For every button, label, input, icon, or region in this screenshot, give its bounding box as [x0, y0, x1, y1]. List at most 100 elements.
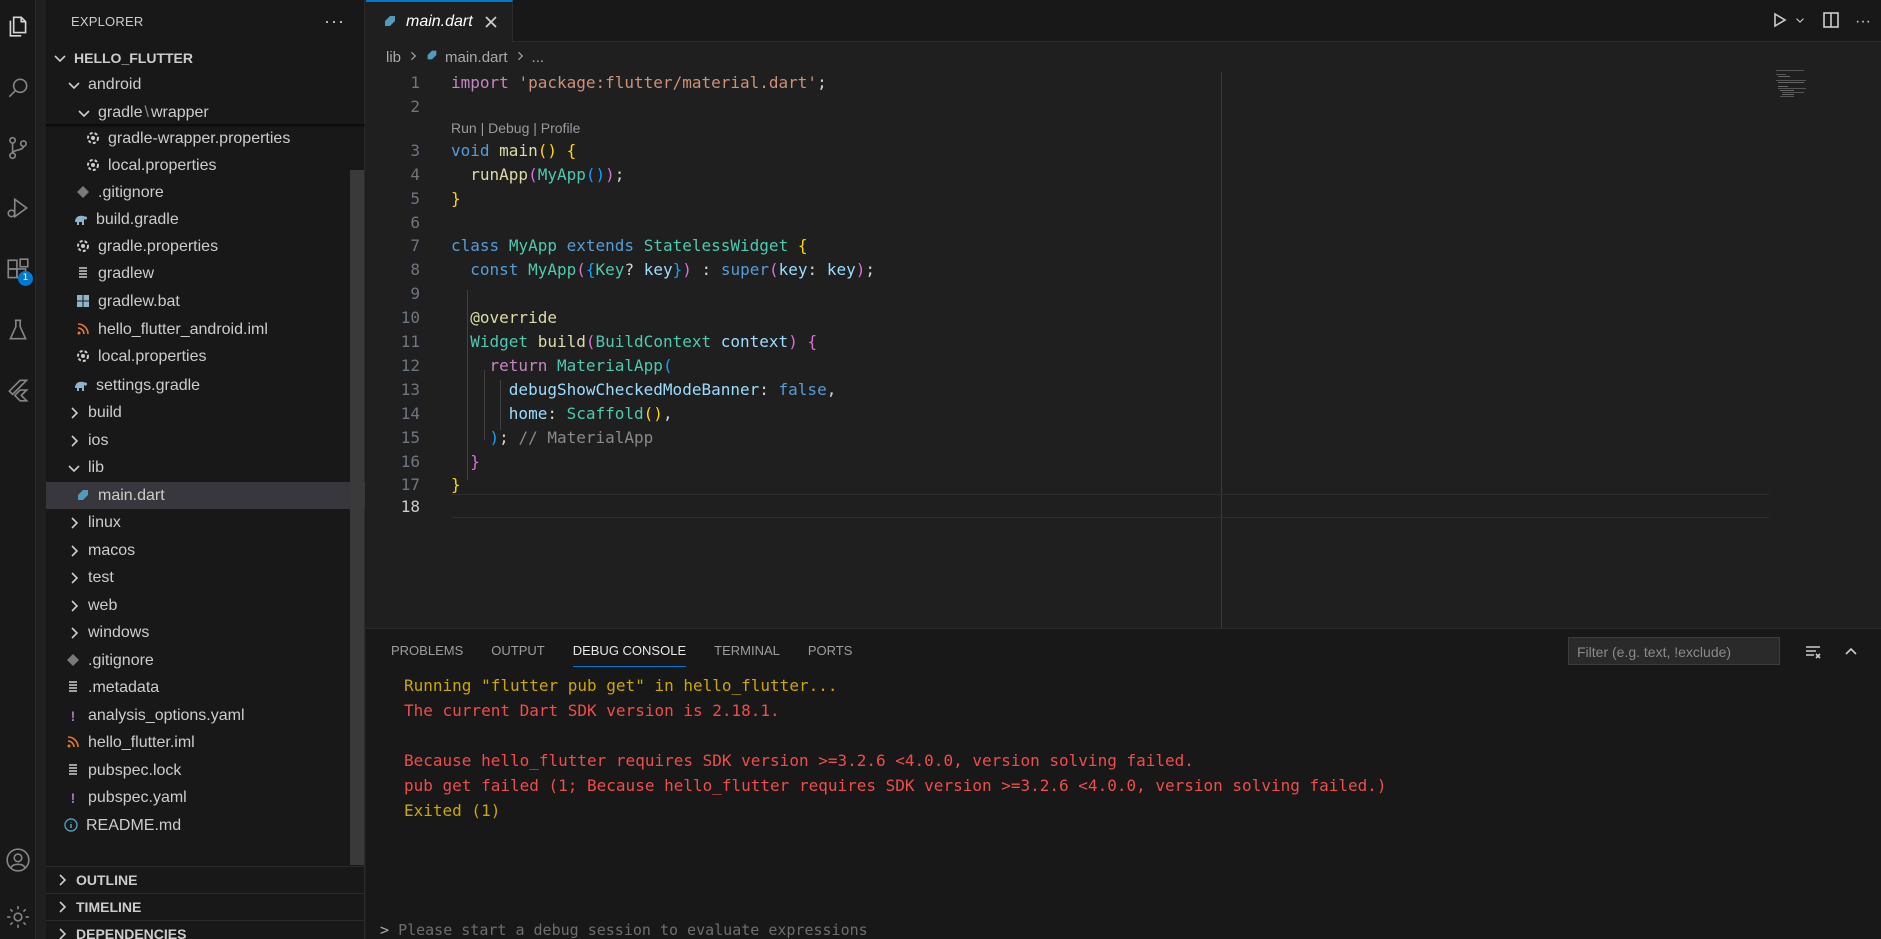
tab-ports[interactable]: PORTS: [808, 643, 853, 667]
gradle-elephant-icon: [72, 377, 90, 395]
tree-file[interactable]: ! analysis_options.yaml: [46, 702, 365, 729]
tab-main-dart[interactable]: main.dart: [366, 0, 513, 42]
tree-folder-build[interactable]: build: [46, 399, 365, 426]
tree-folder-android[interactable]: android: [46, 71, 365, 98]
chevron-right-icon: [54, 926, 70, 939]
tree-folder-linux[interactable]: linux: [46, 509, 365, 536]
tree-file[interactable]: local.properties: [46, 152, 365, 179]
tree-label: gradle: [98, 103, 143, 121]
tree-label: lib: [88, 458, 105, 476]
explorer-icon[interactable]: [0, 4, 36, 48]
tree-folder-macos[interactable]: macos: [46, 537, 365, 564]
testing-icon[interactable]: [0, 308, 36, 352]
close-icon[interactable]: [482, 13, 500, 31]
chevron-up-icon[interactable]: [1842, 643, 1860, 664]
breadcrumb-more[interactable]: ...: [532, 49, 545, 66]
tree-file[interactable]: hello_flutter_android.iml: [46, 316, 365, 343]
chevron-down-icon: [52, 50, 68, 66]
tree-file[interactable]: local.properties: [46, 343, 365, 370]
tree-folder-windows[interactable]: windows: [46, 619, 365, 646]
tree-label: .gitignore: [88, 651, 154, 669]
workspace-root[interactable]: HELLO_FLUTTER: [46, 44, 365, 71]
flutter-icon[interactable]: [0, 368, 36, 412]
account-icon[interactable]: [0, 838, 36, 882]
tree-file[interactable]: gradlew: [46, 260, 365, 287]
tree-folder-lib[interactable]: lib: [46, 454, 365, 481]
tree-file[interactable]: gradlew.bat: [46, 288, 365, 315]
console-line: pub get failed (1; Because hello_flutter…: [404, 776, 1387, 795]
breadcrumb-folder[interactable]: lib: [386, 49, 401, 66]
tree-label: android: [88, 75, 142, 93]
gear-file-icon: [84, 130, 102, 148]
more-actions-icon[interactable]: ···: [1855, 13, 1871, 31]
chevron-down-icon[interactable]: [1793, 13, 1807, 30]
extensions-icon[interactable]: 1: [0, 248, 36, 292]
chevron-right-icon: [66, 515, 82, 531]
code-line: 6: [366, 210, 420, 234]
tree-folder-gradle-wrapper[interactable]: gradle \ wrapper: [46, 99, 365, 126]
code-line: 18: [366, 494, 420, 518]
debug-console-input[interactable]: > Please start a debug session to evalua…: [380, 921, 868, 939]
codelens-run-debug-profile[interactable]: Run | Debug | Profile: [451, 120, 580, 136]
tab-output[interactable]: OUTPUT: [491, 643, 544, 667]
chevron-right-icon: [66, 598, 82, 614]
tree-file[interactable]: .gitignore: [46, 647, 365, 674]
tree-file[interactable]: settings.gradle: [46, 372, 365, 399]
tree-label: gradle.properties: [98, 237, 219, 255]
tab-terminal[interactable]: TERMINAL: [714, 643, 780, 667]
search-icon[interactable]: [0, 66, 36, 110]
tree-file[interactable]: build.gradle: [46, 206, 365, 233]
tree-file[interactable]: gradle-wrapper.properties: [46, 125, 365, 152]
tree-label: hello_flutter.iml: [88, 733, 195, 751]
tree-file[interactable]: .metadata: [46, 674, 365, 701]
tab-debug-console[interactable]: DEBUG CONSOLE: [572, 643, 687, 667]
breadcrumb: lib main.dart ...: [386, 48, 544, 66]
minimap[interactable]: [1776, 68, 1826, 108]
line-number: 12: [400, 355, 420, 375]
tree-file[interactable]: ! pubspec.yaml: [46, 784, 365, 811]
tree-file[interactable]: .gitignore: [46, 179, 365, 206]
chevron-right-icon: [66, 625, 82, 641]
explorer-header: EXPLORER ···: [46, 0, 365, 42]
line-number: 2: [410, 96, 420, 116]
settings-gear-icon[interactable]: [0, 895, 36, 939]
tree-folder-web[interactable]: web: [46, 592, 365, 619]
git-file-icon: [64, 652, 82, 670]
source-control-icon[interactable]: [0, 126, 36, 170]
more-actions-icon[interactable]: ···: [324, 11, 345, 32]
section-dependencies[interactable]: DEPENDENCIES: [46, 920, 365, 939]
clear-console-icon[interactable]: [1804, 643, 1822, 664]
run-icon[interactable]: [1769, 10, 1789, 33]
filter-input[interactable]: Filter (e.g. text, !exclude): [1568, 637, 1780, 665]
sidebar-scrollbar[interactable]: [350, 170, 364, 865]
section-timeline[interactable]: TIMELINE: [46, 893, 365, 920]
line-number: 11: [400, 331, 420, 351]
tree-label: pubspec.yaml: [88, 788, 187, 806]
tree-file[interactable]: gradle.properties: [46, 233, 365, 260]
tree-label: main.dart: [98, 486, 165, 504]
line-number: 10: [400, 307, 420, 327]
chevron-right-icon: [514, 49, 526, 66]
breadcrumb-file[interactable]: main.dart: [445, 49, 508, 66]
chevron-right-icon: [66, 405, 82, 421]
section-outline[interactable]: OUTLINE: [46, 866, 365, 893]
activity-bar: 1: [0, 0, 36, 939]
tree-file[interactable]: README.md: [46, 812, 365, 839]
split-editor-icon[interactable]: [1821, 10, 1841, 33]
path-separator: \: [144, 103, 149, 121]
console-line: Because hello_flutter requires SDK versi…: [404, 751, 1194, 770]
line-number: 1: [410, 72, 420, 92]
tree-file[interactable]: pubspec.lock: [46, 757, 365, 784]
tab-problems[interactable]: PROBLEMS: [391, 643, 463, 667]
code-line: 11 Widget build(BuildContext context) {: [366, 329, 817, 353]
tree-folder-test[interactable]: test: [46, 564, 365, 591]
code-line: 13 debugShowCheckedModeBanner: false,: [366, 377, 837, 401]
tree-file[interactable]: hello_flutter.iml: [46, 729, 365, 756]
bottom-panel: PROBLEMS OUTPUT DEBUG CONSOLE TERMINAL P…: [366, 628, 1881, 939]
chevron-right-icon: [66, 543, 82, 559]
tree-file-main-dart[interactable]: main.dart: [46, 482, 365, 509]
run-debug-icon[interactable]: [0, 186, 36, 230]
explorer-title: EXPLORER: [71, 13, 144, 29]
tree-folder-ios[interactable]: ios: [46, 427, 365, 454]
line-number: 17: [400, 474, 420, 494]
